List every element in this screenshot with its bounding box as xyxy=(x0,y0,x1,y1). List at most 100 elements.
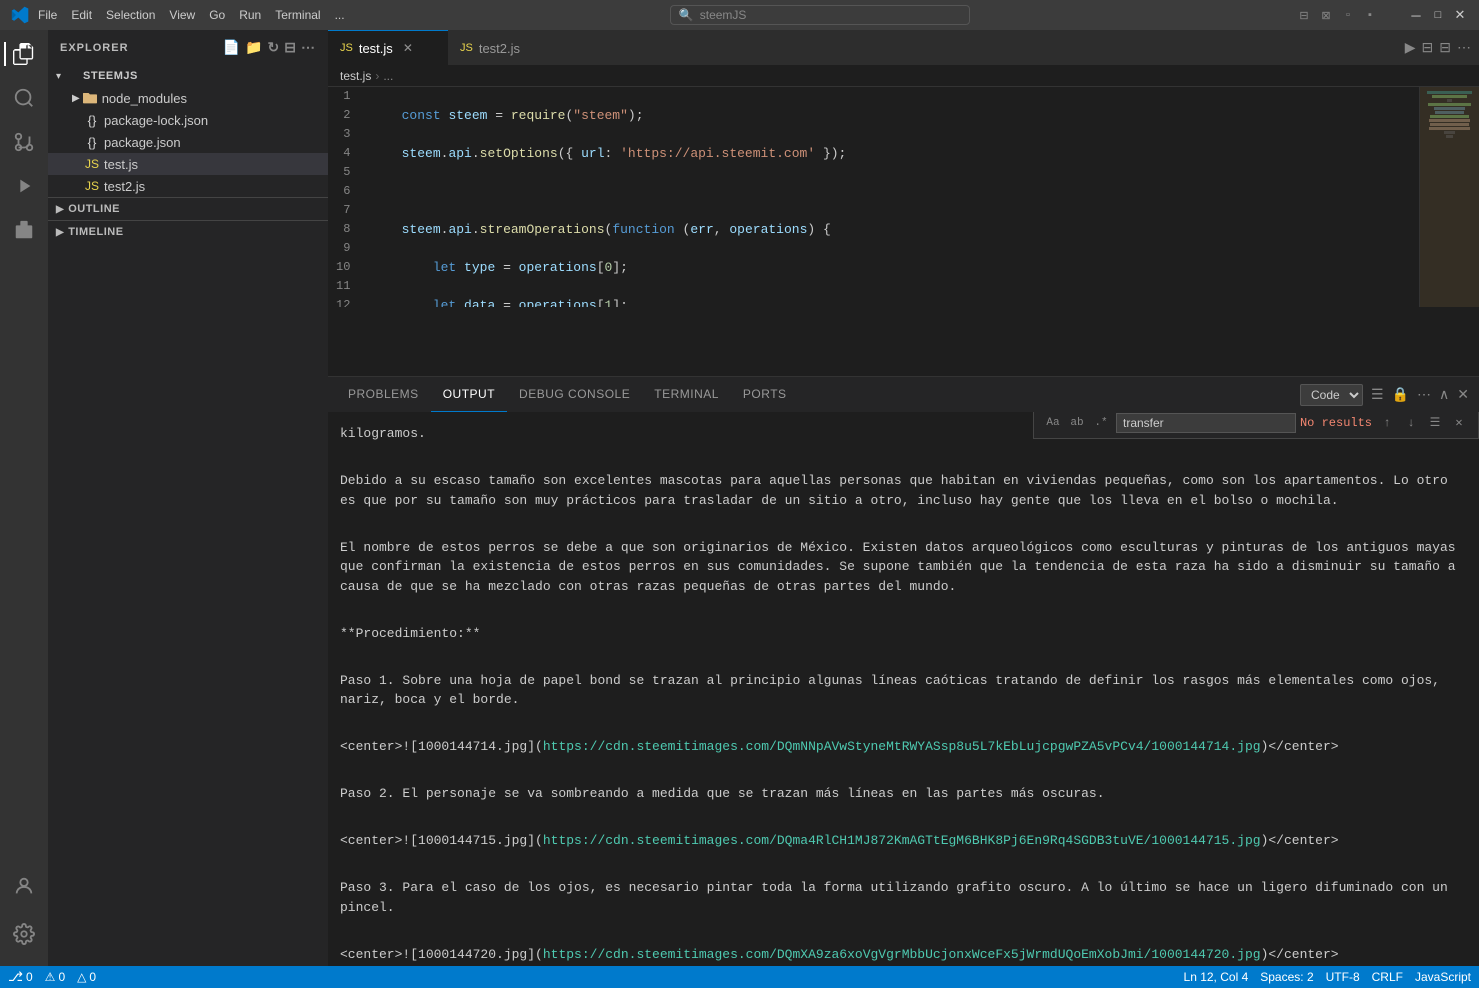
sidebar-item-test-js[interactable]: JS test.js xyxy=(48,153,328,175)
git-branch[interactable]: ⎇ 0 xyxy=(8,969,33,985)
panel-tab-terminal[interactable]: TERMINAL xyxy=(642,377,731,412)
language-mode[interactable]: JavaScript xyxy=(1415,970,1471,984)
tab-test2-js[interactable]: JS test2.js xyxy=(448,30,568,65)
menu-view[interactable]: View xyxy=(169,8,195,22)
activity-run-debug[interactable] xyxy=(4,166,44,206)
activity-search[interactable] xyxy=(4,78,44,118)
find-filter-icon[interactable]: ☰ xyxy=(1424,412,1446,434)
sidebar-item-label: test.js xyxy=(104,157,138,172)
refresh-icon[interactable]: ↻ xyxy=(268,39,281,56)
timeline-header[interactable]: ▶ TIMELINE xyxy=(48,221,328,243)
link-img3[interactable]: https://cdn.steemitimages.com/DQmXA9za6x… xyxy=(543,947,1261,962)
regex-icon[interactable]: .* xyxy=(1090,412,1112,434)
panel-tab-terminal-label: TERMINAL xyxy=(654,387,719,401)
activity-extensions[interactable] xyxy=(4,210,44,250)
tab-label: test2.js xyxy=(479,41,520,56)
menu-selection[interactable]: Selection xyxy=(106,8,155,22)
outline-label: OUTLINE xyxy=(68,203,120,215)
statusbar: ⎇ 0 ⚠ 0 △ 0 Ln 12, Col 4 Spaces: 2 UTF-8… xyxy=(0,966,1479,988)
menu-edit[interactable]: Edit xyxy=(71,8,92,22)
code-editor[interactable]: 1 2 3 4 5 6 7 8 9 10 11 12 const steem =… xyxy=(328,87,1479,307)
breadcrumb: test.js › ... xyxy=(328,65,1479,87)
search-label: steemJS xyxy=(700,8,747,22)
new-folder-icon[interactable]: 📁 xyxy=(245,39,263,56)
timeline-arrow: ▶ xyxy=(56,227,64,238)
panel-output-content[interactable]: Aa ab .* No results ↑ ↓ ☰ ✕ kilogramos. xyxy=(328,412,1479,966)
find-next-icon[interactable]: ↓ xyxy=(1400,412,1422,434)
sidebar-item-label: STEEMJS xyxy=(83,70,138,82)
line-numbers: 1 2 3 4 5 6 7 8 9 10 11 12 xyxy=(328,87,366,307)
find-close-icon[interactable]: ✕ xyxy=(1448,412,1470,434)
panel-tab-problems[interactable]: PROBLEMS xyxy=(336,377,431,412)
activity-account[interactable] xyxy=(4,866,44,906)
panel-lock-icon[interactable]: 🔒 xyxy=(1390,384,1411,405)
activity-source-control[interactable] xyxy=(4,122,44,162)
panel-tabs: PROBLEMS OUTPUT DEBUG CONSOLE TERMINAL P… xyxy=(328,377,1479,412)
sidebar-item-label: node_modules xyxy=(102,91,187,106)
menu-run[interactable]: Run xyxy=(239,8,261,22)
match-case-icon[interactable]: Aa xyxy=(1042,412,1064,434)
breadcrumb-rest: ... xyxy=(383,69,393,83)
timeline-section: ▶ TIMELINE xyxy=(48,220,328,243)
panel-clear-output-icon[interactable]: ☰ xyxy=(1369,384,1386,405)
outline-header[interactable]: ▶ OUTLINE xyxy=(48,198,328,220)
split-editor-icon[interactable]: ⊟ xyxy=(1422,39,1434,56)
code-line-6: let data = operations[1]; xyxy=(370,296,1419,307)
sidebar-item-package-lock-json[interactable]: {} package-lock.json xyxy=(48,109,328,131)
activity-settings[interactable] xyxy=(4,914,44,954)
titlebar-search-area: 🔍 steemJS xyxy=(345,5,1295,25)
panel-tab-ports-label: PORTS xyxy=(743,387,787,401)
minimap xyxy=(1419,87,1479,307)
warnings-count[interactable]: △ 0 xyxy=(77,970,96,984)
output-text: kilogramos. Debido a su escaso tamaño so… xyxy=(340,420,1467,966)
layout-icon-3: ▫ xyxy=(1339,6,1357,24)
encoding[interactable]: UTF-8 xyxy=(1326,970,1360,984)
more-actions-icon[interactable]: ⋯ xyxy=(301,39,316,56)
sidebar-item-package-json[interactable]: {} package.json xyxy=(48,131,328,153)
tab-icon-js: JS xyxy=(460,42,473,54)
search-box[interactable]: 🔍 steemJS xyxy=(670,5,970,25)
link-img2[interactable]: https://cdn.steemitimages.com/DQma4RlCH1… xyxy=(543,833,1261,848)
panel-tab-ports[interactable]: PORTS xyxy=(731,377,799,412)
run-icon[interactable]: ▶ xyxy=(1405,39,1416,56)
sidebar-item-node_modules[interactable]: ▶ node_modules xyxy=(48,87,328,109)
activity-explorer[interactable] xyxy=(4,34,44,74)
indentation[interactable]: Spaces: 2 xyxy=(1260,970,1313,984)
output-source-select[interactable]: Code xyxy=(1300,384,1363,406)
more-actions-icon[interactable]: ⋯ xyxy=(1457,39,1471,56)
line-endings[interactable]: CRLF xyxy=(1372,970,1403,984)
breadcrumb-file: test.js xyxy=(340,69,371,83)
search-icon: 🔍 xyxy=(679,8,694,22)
link-img1[interactable]: https://cdn.steemitimages.com/DQmNNpAVwS… xyxy=(543,739,1261,754)
menu-go[interactable]: Go xyxy=(209,8,225,22)
menu-terminal[interactable]: Terminal xyxy=(275,8,320,22)
panel-more-actions-icon[interactable]: ⋯ xyxy=(1415,384,1433,405)
minimize-button[interactable]: ─ xyxy=(1407,6,1425,24)
match-whole-word-icon[interactable]: ab xyxy=(1066,412,1088,434)
menu-file[interactable]: File xyxy=(38,8,57,22)
tab-close-button[interactable]: ✕ xyxy=(403,41,413,55)
cursor-position[interactable]: Ln 12, Col 4 xyxy=(1184,970,1249,984)
collapse-all-icon[interactable]: ⊟ xyxy=(284,39,297,56)
panel-right-icons: ☰ 🔒 ⋯ ∧ ✕ xyxy=(1369,384,1471,405)
window-controls: ⊟ ⊠ ▫ ▪ ─ □ ✕ xyxy=(1295,6,1469,24)
panel-close-icon[interactable]: ✕ xyxy=(1455,384,1471,405)
sidebar-item-test2-js[interactable]: JS test2.js xyxy=(48,175,328,197)
find-input[interactable] xyxy=(1116,413,1296,433)
panel-tab-output[interactable]: OUTPUT xyxy=(431,377,507,412)
restore-button[interactable]: □ xyxy=(1429,6,1447,24)
panel-maximize-icon[interactable]: ∧ xyxy=(1437,384,1451,405)
panel-tab-debug-console[interactable]: DEBUG CONSOLE xyxy=(507,377,642,412)
find-previous-icon[interactable]: ↑ xyxy=(1376,412,1398,434)
sidebar-item-steemjs[interactable]: ▾ STEEMJS xyxy=(48,65,328,87)
code-content[interactable]: const steem = require("steem"); steem.ap… xyxy=(366,87,1419,307)
expand-arrow: ▶ xyxy=(72,93,80,104)
toggle-panel-icon[interactable]: ⊟ xyxy=(1439,39,1451,56)
sidebar-header: EXPLORER 📄 📁 ↻ ⊟ ⋯ xyxy=(48,30,328,65)
new-file-icon[interactable]: 📄 xyxy=(223,39,241,56)
warning-count: 0 xyxy=(89,970,96,984)
tab-test-js[interactable]: JS test.js ✕ xyxy=(328,30,448,65)
close-button[interactable]: ✕ xyxy=(1451,6,1469,24)
menu-help[interactable]: ... xyxy=(335,8,345,22)
errors-count[interactable]: ⚠ 0 xyxy=(45,970,65,984)
